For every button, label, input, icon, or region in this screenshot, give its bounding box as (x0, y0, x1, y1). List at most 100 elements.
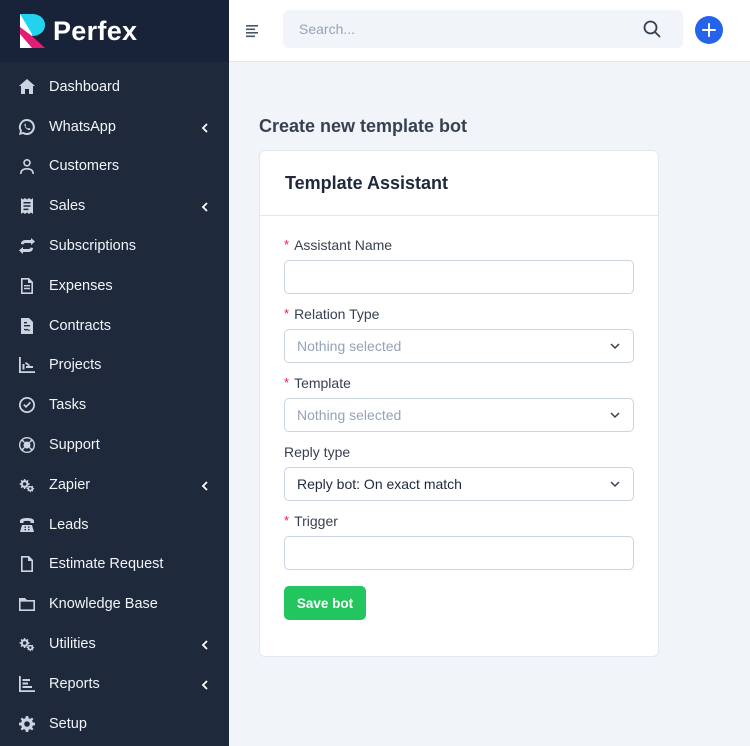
brand[interactable]: Perfex (0, 0, 229, 62)
reply-type-value: Reply bot: On exact match (297, 476, 462, 492)
reply-type-label: Reply type (284, 443, 634, 460)
cogs-icon (17, 475, 36, 494)
sidebar-item-whatsapp[interactable]: WhatsApp (0, 107, 229, 147)
required-mark: * (284, 513, 290, 528)
assistant-name-field: * Assistant Name (284, 236, 634, 294)
phone-icon (17, 515, 36, 534)
trigger-label: * Trigger (284, 512, 634, 529)
sidebar-item-label: Support (49, 437, 100, 454)
sidebar-item-subscriptions[interactable]: Subscriptions (0, 226, 229, 266)
file-icon (17, 555, 36, 574)
sidebar-item-label: Leads (49, 516, 89, 533)
required-mark: * (284, 375, 290, 390)
file-text-icon (17, 276, 36, 295)
sidebar-item-projects[interactable]: Projects (0, 346, 229, 386)
sidebar-item-label: WhatsApp (49, 118, 116, 135)
page-title: Create new template bot (259, 116, 468, 136)
template-label-text: Template (294, 374, 351, 391)
relation-type-label-text: Relation Type (294, 305, 380, 322)
sidebar-item-estimate-request[interactable]: Estimate Request (0, 545, 229, 585)
sidebar-item-dashboard[interactable]: Dashboard (0, 67, 229, 107)
chevron-left-icon (199, 121, 211, 133)
sidebar-item-contracts[interactable]: Contracts (0, 306, 229, 346)
sidebar-item-zapier[interactable]: Zapier (0, 465, 229, 505)
brand-name: Perfex (53, 15, 138, 46)
chevron-left-icon (199, 479, 211, 491)
reply-type-select[interactable]: Reply bot: On exact match (284, 467, 634, 501)
chevron-left-icon (199, 200, 211, 212)
sidebar-item-label: Subscriptions (49, 238, 137, 255)
topbar (229, 0, 750, 62)
sidebar-item-expenses[interactable]: Expenses (0, 266, 229, 306)
required-mark: * (284, 237, 290, 252)
template-label: * Template (284, 374, 634, 391)
search-box (283, 10, 683, 48)
card-header: Template Assistant (260, 151, 658, 216)
sidebar-item-label: Utilities (49, 636, 96, 653)
sidebar-item-utilities[interactable]: Utilities (0, 624, 229, 664)
sidebar: Perfex Dashboard WhatsApp Customers Sales Su… (0, 0, 229, 746)
assistant-name-label-text: Assistant Name (294, 236, 393, 253)
chevron-down-icon (610, 343, 620, 350)
card-title: Template Assistant (285, 172, 449, 193)
sidebar-item-sales[interactable]: Sales (0, 186, 229, 226)
gear-icon (17, 714, 36, 733)
chevron-left-icon (199, 638, 211, 650)
template-assistant-card: Template Assistant * Assistant Name * Re… (259, 150, 659, 657)
required-mark: * (284, 306, 290, 321)
sidebar-item-reports[interactable]: Reports (0, 664, 229, 704)
sidebar-item-label: Sales (49, 198, 86, 215)
search-icon[interactable] (643, 20, 661, 38)
relation-type-label: * Relation Type (284, 305, 634, 322)
sidebar-item-tasks[interactable]: Tasks (0, 385, 229, 425)
save-bot-button[interactable]: Save bot (284, 586, 366, 620)
sidebar-item-label: Expenses (49, 277, 113, 294)
plus-icon (702, 23, 716, 37)
check-circle-icon (17, 396, 36, 415)
sidebar-nav: Dashboard WhatsApp Customers Sales Subscript… (0, 62, 229, 744)
chevron-down-icon (610, 481, 620, 488)
receipt-icon (17, 197, 36, 216)
trigger-input[interactable] (284, 536, 634, 570)
trigger-field: * Trigger (284, 512, 634, 570)
sidebar-item-knowledge-base[interactable]: Knowledge Base (0, 584, 229, 624)
chevron-down-icon (610, 412, 620, 419)
assistant-name-input[interactable] (284, 260, 634, 294)
sidebar-item-label: Dashboard (49, 78, 120, 95)
template-field: * Template Nothing selected (284, 374, 634, 432)
sidebar-item-label: Knowledge Base (49, 596, 158, 613)
sidebar-item-support[interactable]: Support (0, 425, 229, 465)
sidebar-item-label: Estimate Request (49, 556, 164, 573)
menu-toggle-icon[interactable] (246, 24, 260, 38)
sidebar-item-label: Customers (49, 158, 120, 175)
repeat-icon (17, 237, 36, 256)
sidebar-item-customers[interactable]: Customers (0, 147, 229, 187)
home-icon (17, 77, 36, 96)
sidebar-item-label: Setup (49, 715, 87, 732)
bar-chart-icon (17, 674, 36, 693)
sidebar-item-label: Contracts (49, 317, 112, 334)
template-value: Nothing selected (297, 407, 402, 423)
sidebar-item-label: Zapier (49, 476, 91, 493)
contract-icon (17, 316, 36, 335)
perfex-logo-icon (20, 14, 45, 48)
folder-icon (17, 595, 36, 614)
reply-type-label-text: Reply type (284, 443, 351, 460)
card-body: * Assistant Name * Relation Type Nothing… (260, 216, 658, 620)
search-input[interactable] (283, 10, 683, 48)
quick-add-button[interactable] (695, 16, 723, 44)
assistant-name-label: * Assistant Name (284, 236, 634, 253)
relation-type-select[interactable]: Nothing selected (284, 329, 634, 363)
template-select[interactable]: Nothing selected (284, 398, 634, 432)
sidebar-item-leads[interactable]: Leads (0, 505, 229, 545)
sidebar-item-label: Reports (49, 675, 100, 692)
chart-icon (17, 356, 36, 375)
user-icon (17, 157, 36, 176)
chevron-left-icon (199, 678, 211, 690)
sidebar-item-setup[interactable]: Setup (0, 704, 229, 744)
sidebar-item-label: Projects (49, 357, 102, 374)
lifebuoy-icon (17, 436, 36, 455)
cogs-icon (17, 635, 36, 654)
relation-type-value: Nothing selected (297, 338, 402, 354)
relation-type-field: * Relation Type Nothing selected (284, 305, 634, 363)
